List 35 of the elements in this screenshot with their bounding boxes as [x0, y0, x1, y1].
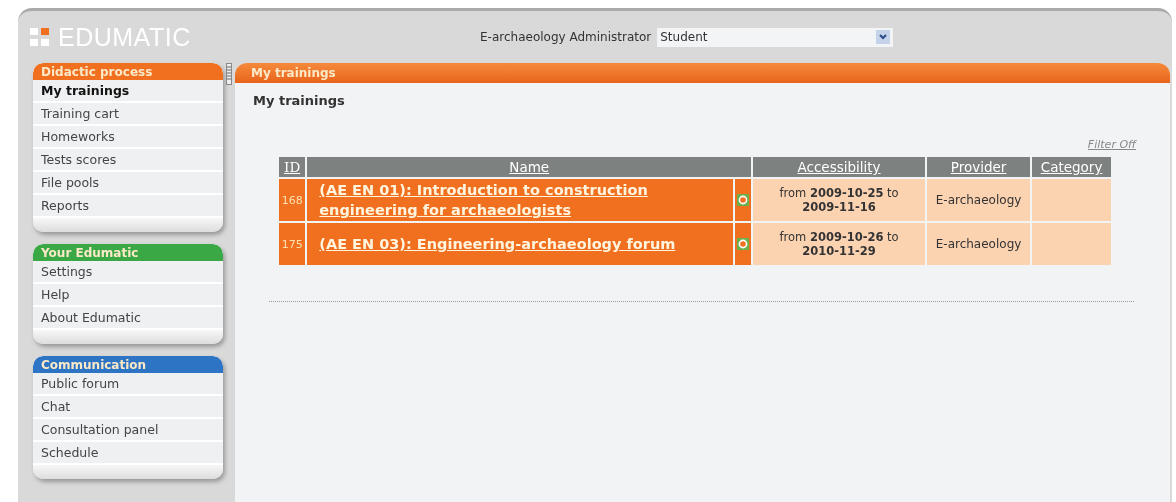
table-cell: 175 [279, 223, 306, 265]
user-label: E-archaeology Administrator [480, 30, 652, 44]
menu-item[interactable]: Public forum [33, 373, 223, 396]
panel-title: My trainings [235, 63, 1170, 83]
table-cell: from 2009-10-26 to 2010-11-29 [753, 223, 925, 265]
menu-item[interactable]: Settings [33, 261, 223, 284]
menu-item[interactable]: About Edumatic [33, 307, 223, 330]
column-header[interactable]: Category [1032, 157, 1111, 177]
menu-item[interactable]: Reports [33, 195, 223, 218]
role-select[interactable]: Student [657, 27, 894, 47]
menu-panel-title: Your Edumatic [33, 244, 223, 261]
menu-item[interactable]: File pools [33, 172, 223, 195]
menu-item[interactable]: Chat [33, 396, 223, 419]
table-cell: E-archaeology [927, 179, 1031, 221]
column-header[interactable]: ID [279, 157, 306, 177]
column-header[interactable]: Provider [927, 157, 1031, 177]
resize-handle-icon[interactable] [226, 63, 232, 85]
menu-item[interactable]: Tests scores [33, 149, 223, 172]
table-cell: from 2009-10-25 to 2009-11-16 [753, 179, 925, 221]
page-heading: My trainings [253, 93, 346, 108]
column-header[interactable]: Accessibility [753, 157, 925, 177]
menu-item[interactable]: Homeworks [33, 126, 223, 149]
table-cell: 168 [279, 179, 306, 221]
table-cell: E-archaeology [927, 223, 1031, 265]
menu-item[interactable]: Training cart [33, 103, 223, 126]
column-header[interactable]: Name [307, 157, 752, 177]
menu-item[interactable]: My trainings [33, 80, 223, 103]
menu-item[interactable]: Schedule [33, 442, 223, 465]
menu-item[interactable]: Help [33, 284, 223, 307]
status-icon [737, 193, 749, 206]
status-icon [737, 237, 749, 250]
menu-item[interactable]: Consultation panel [33, 419, 223, 442]
menu-panel-title: Communication [33, 356, 223, 373]
menu-panel-title: Didactic process [33, 63, 223, 80]
logo-icon [30, 27, 52, 47]
